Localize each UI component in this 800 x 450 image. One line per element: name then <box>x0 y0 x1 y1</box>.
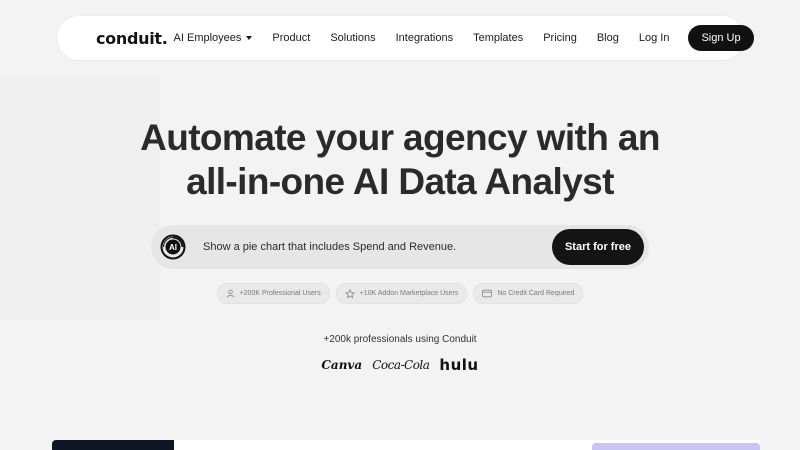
nav-link-label: AI Employees <box>173 32 242 44</box>
signup-button[interactable]: Sign Up <box>688 25 754 51</box>
star-icon <box>344 288 355 299</box>
nav-link-blog[interactable]: Blog <box>597 32 619 44</box>
preview-panel-dark <box>52 440 174 450</box>
canva-logo: Canva <box>321 358 363 372</box>
preview-panel-accent <box>592 443 760 450</box>
badge-no-credit-card: No Credit Card Required <box>473 283 584 304</box>
hero-title: Automate your agency with an all-in-one … <box>0 116 800 204</box>
nav-link-pricing[interactable]: Pricing <box>543 32 577 44</box>
credit-card-icon <box>482 289 493 298</box>
trust-badges: +200K Professional Users +10K Addon Mark… <box>0 283 800 304</box>
svg-text:AI: AI <box>169 243 177 252</box>
prompt-text: Show a pie chart that includes Spend and… <box>203 241 457 253</box>
hero-title-line-2: all-in-one AI Data Analyst <box>186 161 614 202</box>
nav-links: AI Employees Product Solutions Integrati… <box>174 32 639 44</box>
nav-link-integrations[interactable]: Integrations <box>396 32 453 44</box>
start-free-button[interactable]: Start for free <box>551 229 644 265</box>
brand-logos: Canva Coca-Cola hulu <box>0 356 800 374</box>
user-icon <box>226 289 234 298</box>
chevron-down-icon <box>246 36 253 40</box>
nav-link-solutions[interactable]: Solutions <box>330 32 375 44</box>
login-link[interactable]: Log In <box>639 32 670 44</box>
nav-link-templates[interactable]: Templates <box>473 32 523 44</box>
top-navbar: conduit. AI Employees Product Solutions … <box>56 15 754 61</box>
hulu-logo: hulu <box>439 356 479 374</box>
social-proof-text: +200k professionals using Conduit <box>323 334 477 345</box>
nav-link-ai-employees[interactable]: AI Employees <box>174 32 253 44</box>
prompt-bar[interactable]: AI Show a pie chart that includes Spend … <box>151 225 649 269</box>
ai-logo-icon: AI <box>160 234 186 260</box>
nav-link-product[interactable]: Product <box>272 32 310 44</box>
badge-marketplace-users: +10K Addon Marketplace Users <box>335 283 468 304</box>
logo[interactable]: conduit. <box>96 29 168 48</box>
badge-professional-users: +200K Professional Users <box>216 283 330 304</box>
badge-label: +200K Professional Users <box>239 290 321 297</box>
badge-label: +10K Addon Marketplace Users <box>359 290 459 297</box>
badge-label: No Credit Card Required <box>497 290 575 297</box>
hero-title-line-1: Automate your agency with an <box>140 117 660 158</box>
coca-cola-logo: Coca-Cola <box>372 358 430 372</box>
